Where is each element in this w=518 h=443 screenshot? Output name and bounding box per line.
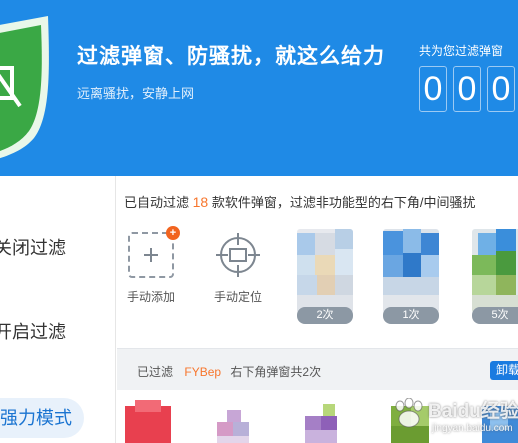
watermark-brand: Baidu经验 — [428, 401, 518, 422]
counter-label: 共为您过滤弹窗 — [419, 44, 504, 58]
summary-prefix: 已自动过滤 — [124, 195, 190, 210]
paw-icon — [395, 398, 423, 428]
manual-locate-button[interactable]: 手动定位 — [208, 232, 268, 305]
filter-detail-text: 已过滤 FYBep 右下角弹窗共2次 — [137, 363, 321, 380]
counter-digit: 0 — [487, 66, 515, 112]
blocked-count-badge: 1次 — [383, 307, 439, 324]
add-badge-icon: + — [166, 226, 180, 240]
blocked-count-badge: 2次 — [297, 307, 353, 324]
blocked-app-3[interactable] — [472, 229, 518, 313]
shield-icon — [0, 16, 49, 159]
sidebar: 关闭过滤 开启过滤 强力模式 — [0, 176, 116, 443]
counter-digit: 0 — [419, 66, 447, 112]
sidebar-item-disable-filter[interactable]: 关闭过滤 — [0, 234, 66, 260]
page-title: 过滤弹窗、防骚扰，就这么给力 — [77, 45, 385, 68]
filter-summary: 已自动过滤 18 款软件弹窗，过滤非功能型的右下角/中间骚扰 — [124, 192, 475, 211]
manual-add-button[interactable]: + 手动添加 — [121, 226, 181, 305]
manual-locate-label: 手动定位 — [213, 290, 262, 304]
sidebar-item-enable-filter[interactable]: 开启过滤 — [0, 318, 66, 344]
header-banner: 过滤弹窗、防骚扰，就这么给力 远离骚扰，安静上网 共为您过滤弹窗 0 0 0 — [0, 0, 518, 176]
app-thumbnail[interactable] — [121, 400, 177, 443]
filtered-app-name: FYBep — [184, 365, 222, 379]
sidebar-item-strong-mode[interactable]: 强力模式 — [0, 398, 84, 438]
blocked-app-1[interactable] — [297, 229, 353, 313]
app-thumbnail[interactable] — [297, 400, 353, 443]
filter-prefix: 已过滤 — [137, 365, 174, 379]
uninstall-button[interactable]: 卸载 — [490, 361, 518, 380]
baidu-watermark: Baidu经验 jingyan.baidu.com — [392, 392, 518, 443]
target-icon[interactable] — [215, 232, 261, 278]
filter-detail-bar: 已过滤 FYBep 右下角弹窗共2次 卸载 — [117, 348, 518, 390]
blocked-count-badge: 5次 — [472, 307, 518, 324]
blocked-counter: 0 0 0 — [419, 66, 515, 112]
manual-add-label: 手动添加 — [126, 290, 175, 304]
add-icon[interactable]: + — [128, 226, 180, 278]
summary-count: 18 — [192, 194, 209, 210]
watermark-domain: jingyan.baidu.com — [432, 423, 513, 434]
blocked-app-2[interactable] — [383, 229, 439, 313]
counter-digit: 0 — [453, 66, 481, 112]
summary-suffix: 款软件弹窗，过滤非功能型的右下角/中间骚扰 — [211, 195, 476, 210]
app-thumbnail[interactable] — [213, 400, 269, 443]
page-subtitle: 远离骚扰，安静上网 — [77, 86, 195, 101]
filter-detail: 右下角弹窗共2次 — [230, 365, 322, 379]
